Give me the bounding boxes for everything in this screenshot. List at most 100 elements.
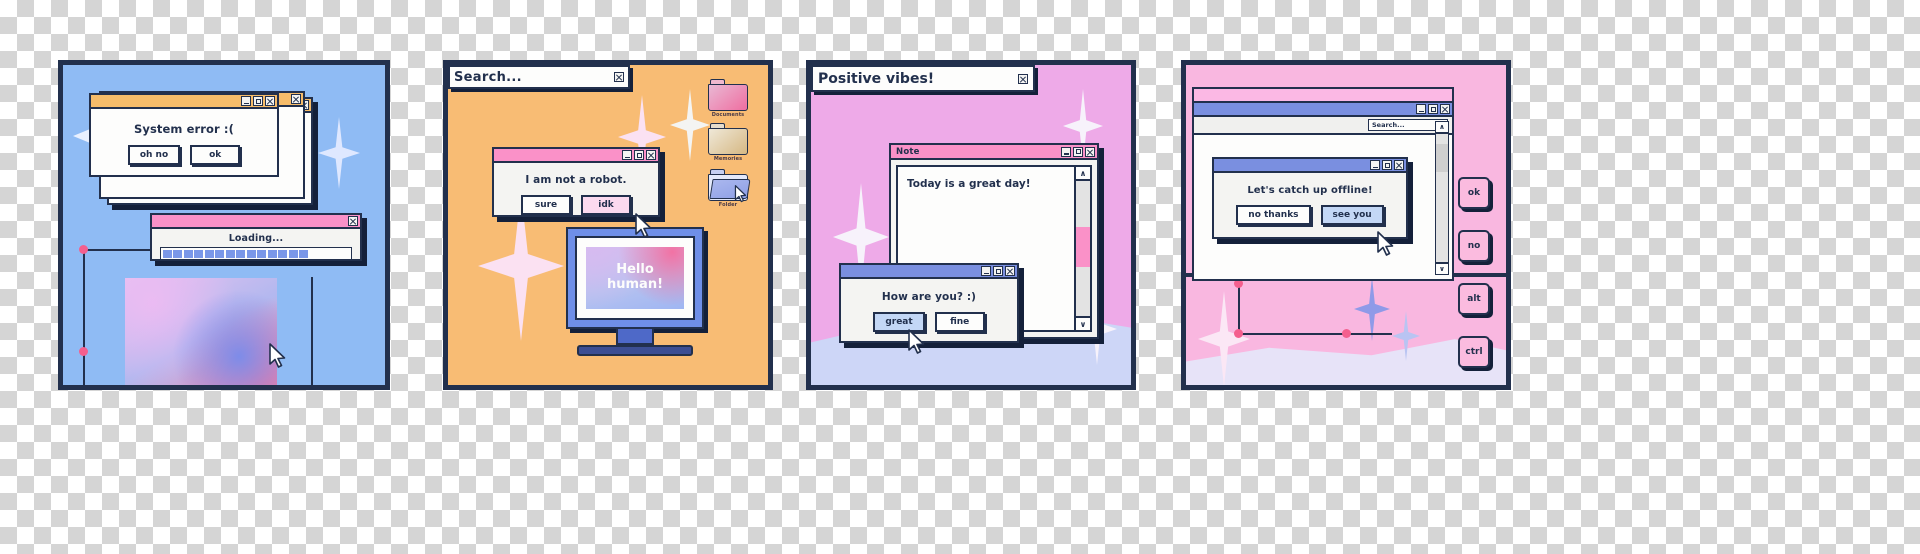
mouse-cursor-icon — [634, 213, 654, 239]
decor-line-horizontal — [1238, 333, 1392, 335]
titlebar: Note — [891, 145, 1097, 160]
scrollbar[interactable]: ∧ ∨ — [1074, 167, 1090, 330]
monitor-neck — [616, 329, 654, 345]
toolbar: Search... — [1194, 117, 1452, 135]
decor-dot-bottom — [79, 347, 88, 356]
sparkle-icon — [670, 89, 710, 161]
sure-button[interactable]: sure — [521, 195, 571, 215]
monitor: Hello human! — [566, 227, 704, 356]
titlebar — [841, 265, 1017, 279]
loading-window[interactable]: Loading... — [150, 213, 362, 261]
monitor-screen-frame: Hello human! — [566, 227, 704, 329]
sparkle-icon — [1354, 277, 1390, 341]
close-icon[interactable] — [1085, 146, 1095, 157]
key-alt[interactable]: alt — [1458, 283, 1490, 315]
mouse-cursor-icon — [1376, 231, 1396, 257]
see-you-button[interactable]: see you — [1320, 205, 1384, 225]
main-browser-window[interactable]: Search... ∧ ∨ Let's catch up offline! no… — [1192, 87, 1454, 281]
scroll-up-icon[interactable]: ∧ — [1436, 122, 1448, 134]
monitor-base — [577, 345, 693, 356]
no-thanks-button[interactable]: no thanks — [1236, 205, 1311, 225]
titlebar — [152, 215, 360, 229]
scroll-thumb[interactable] — [1076, 226, 1090, 268]
scroll-thumb[interactable] — [1436, 144, 1448, 173]
decor-dot-top — [79, 245, 88, 254]
close-icon[interactable] — [348, 216, 358, 226]
key-ok[interactable]: ok — [1458, 177, 1490, 209]
close-icon[interactable] — [1440, 104, 1450, 114]
button-row: no thanks see you — [1220, 205, 1400, 225]
scrollbar[interactable]: ∧ ∨ — [1435, 121, 1449, 275]
mouse-cursor-icon — [268, 343, 288, 369]
window-controls — [622, 150, 656, 160]
minimize-icon[interactable] — [1416, 104, 1426, 114]
window-controls — [614, 72, 624, 82]
ok-button[interactable]: ok — [190, 145, 241, 165]
close-icon[interactable] — [614, 72, 624, 82]
panel-4-offline: Search... ∧ ∨ Let's catch up offline! no… — [1181, 60, 1511, 390]
minimize-icon[interactable] — [1370, 160, 1380, 170]
positive-vibes-bar[interactable]: Positive vibes! — [811, 65, 1035, 92]
system-error-window[interactable]: System error :( oh no ok — [89, 93, 279, 177]
scroll-down-icon[interactable]: ∨ — [1436, 262, 1448, 274]
how-are-you-window[interactable]: How are you? :) great fine — [839, 263, 1019, 343]
fine-button[interactable]: fine — [934, 312, 985, 332]
idk-button[interactable]: idk — [581, 195, 631, 215]
scroll-down-icon[interactable]: ∨ — [1076, 316, 1090, 330]
oh-no-button[interactable]: oh no — [127, 145, 181, 165]
titlebar — [91, 95, 277, 109]
offline-message: Let's catch up offline! — [1247, 185, 1373, 196]
minimize-icon[interactable] — [1061, 146, 1071, 157]
window-controls — [291, 94, 301, 104]
progress-bar — [160, 247, 352, 260]
decor-line-vertical-2 — [311, 277, 313, 385]
minimize-icon[interactable] — [981, 266, 991, 276]
scroll-track[interactable] — [1076, 181, 1090, 316]
minimize-icon[interactable] — [241, 96, 251, 106]
close-icon[interactable] — [1018, 73, 1028, 84]
window-body: Loading... — [152, 229, 360, 266]
robot-message: I am not a robot. — [525, 174, 627, 186]
button-row: great fine — [847, 312, 1011, 332]
panel-1-system-error: System error :( oh no ok Loading... — [58, 60, 390, 390]
panel-3-positive-vibes: Positive vibes! Note Today is a great da… — [806, 60, 1136, 390]
close-icon[interactable] — [291, 94, 301, 104]
minimize-icon[interactable] — [622, 150, 632, 160]
robot-dialog-window[interactable]: I am not a robot. sure idk — [492, 147, 660, 217]
maximize-icon[interactable] — [634, 150, 644, 160]
folder-icon — [708, 123, 748, 155]
scroll-up-icon[interactable]: ∧ — [1076, 167, 1090, 181]
maximize-icon[interactable] — [253, 96, 263, 106]
close-icon[interactable] — [1394, 160, 1404, 170]
maximize-icon[interactable] — [1073, 146, 1083, 157]
window-controls — [981, 266, 1015, 276]
note-title: Note — [896, 146, 920, 157]
search-field[interactable]: Search... — [448, 65, 630, 89]
window-body: System error :( oh no ok — [91, 109, 277, 171]
mouse-cursor-icon — [734, 185, 748, 203]
folder-label: Documents — [711, 112, 745, 118]
key-ctrl[interactable]: ctrl — [1458, 336, 1490, 368]
mouse-cursor-icon — [907, 329, 927, 355]
close-icon[interactable] — [265, 96, 275, 106]
offline-dialog-window[interactable]: Let's catch up offline! no thanks see yo… — [1212, 157, 1408, 239]
monitor-screen-inner: Hello human! — [575, 236, 695, 320]
folder-memories[interactable]: Memories — [706, 123, 750, 162]
key-no[interactable]: no — [1458, 230, 1490, 262]
maximize-icon[interactable] — [993, 266, 1003, 276]
button-row: oh no ok — [97, 145, 271, 165]
close-icon[interactable] — [1005, 266, 1015, 276]
gradient-swatch — [125, 278, 277, 385]
maximize-icon[interactable] — [1382, 160, 1392, 170]
titlebar — [1214, 159, 1406, 173]
illustration-canvas: System error :( oh no ok Loading... Sear… — [0, 0, 1920, 554]
window-controls — [241, 96, 275, 106]
window-controls — [1416, 104, 1450, 114]
scroll-track[interactable] — [1436, 134, 1448, 262]
close-icon[interactable] — [646, 150, 656, 160]
folder-documents[interactable]: Documents — [706, 79, 750, 118]
folder-icon — [708, 79, 748, 111]
search-placeholder: Search... — [454, 69, 522, 85]
maximize-icon[interactable] — [1428, 104, 1438, 114]
window-controls — [1061, 146, 1095, 157]
